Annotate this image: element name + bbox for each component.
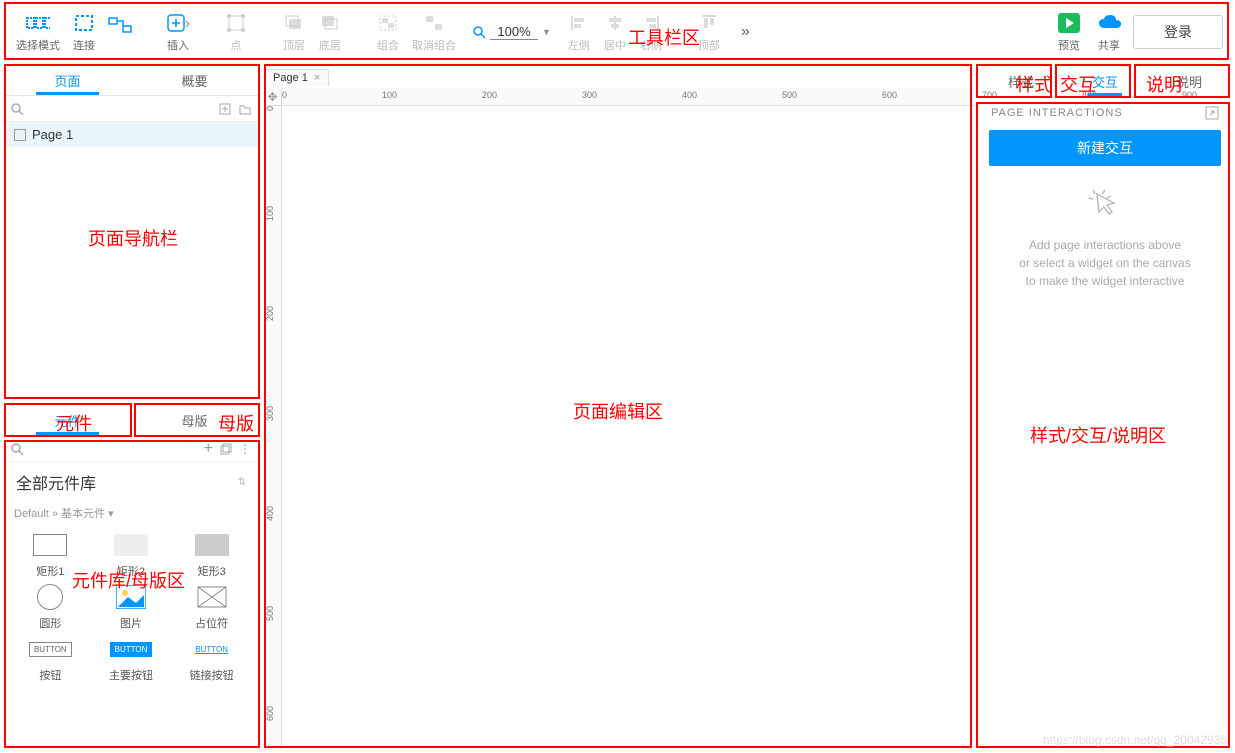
- align-left-icon: [567, 11, 591, 35]
- widget-rect2[interactable]: 矩形2: [93, 533, 170, 579]
- back-button[interactable]: 底层: [314, 8, 346, 56]
- cloud-icon: [1097, 11, 1121, 35]
- close-tab-icon[interactable]: ×: [314, 72, 320, 84]
- ruler-horizontal[interactable]: 0100200300400500600700800900: [282, 88, 975, 106]
- preview-button[interactable]: 预览: [1053, 8, 1085, 56]
- page-item-label: Page 1: [32, 127, 73, 142]
- align-center-icon: [603, 11, 627, 35]
- library-select[interactable]: 全部元件库 ⇅: [12, 464, 250, 501]
- share-button[interactable]: 共享: [1093, 8, 1125, 56]
- cursor-click-icon: [1085, 186, 1125, 226]
- back-icon: [318, 11, 342, 35]
- select-container-button[interactable]: 连接: [68, 8, 100, 56]
- insert-button[interactable]: 插入: [162, 8, 194, 56]
- toolbar-more-button[interactable]: »: [729, 23, 762, 41]
- page-icon: [14, 129, 26, 141]
- new-interaction-button[interactable]: 新建交互: [989, 130, 1221, 166]
- tab-masters[interactable]: 母版: [131, 406, 258, 435]
- expand-icon[interactable]: [1205, 106, 1219, 120]
- widget-circle[interactable]: 圆形: [12, 585, 89, 631]
- ungroup-icon: [422, 11, 446, 35]
- toolbar: 选择模式 连接 插入 点 顶层 底层 组合 取消组合 ▼ 左侧 居中 右侧 顶部…: [4, 4, 1231, 60]
- widget-primary-button[interactable]: BUTTON主要按钮: [93, 637, 170, 683]
- search-icon: [472, 25, 486, 39]
- ruler-vertical[interactable]: 0100200300400500600: [264, 106, 282, 749]
- point-icon: [224, 11, 248, 35]
- group-button[interactable]: 组合: [372, 8, 404, 56]
- section-title: PAGE INTERACTIONS: [991, 107, 1123, 119]
- connect-icon: [108, 13, 132, 37]
- tab-pages[interactable]: 页面: [4, 66, 131, 95]
- tab-widgets[interactable]: 元件: [4, 406, 131, 435]
- menu-icon[interactable]: ⋮: [239, 442, 252, 456]
- align-top-icon: [697, 11, 721, 35]
- search-icon[interactable]: [10, 102, 24, 116]
- align-top-button[interactable]: 顶部: [693, 8, 725, 56]
- align-right-icon: [639, 11, 663, 35]
- ruler-origin[interactable]: ✥: [264, 88, 282, 106]
- front-icon: [282, 11, 306, 35]
- insert-icon: [166, 11, 190, 35]
- watermark: https://blog.csdn.net/qq_20042935: [1043, 733, 1227, 747]
- tab-notes[interactable]: 说明: [1147, 66, 1231, 96]
- tab-interact[interactable]: 交互: [1063, 66, 1147, 96]
- pages-panel: 页面 概要 Page 1: [4, 66, 258, 396]
- align-center-button[interactable]: 居中: [599, 8, 631, 56]
- widget-rect3[interactable]: 矩形3: [173, 533, 250, 579]
- widget-rect1[interactable]: 矩形1: [12, 533, 89, 579]
- point-button[interactable]: 点: [220, 8, 252, 56]
- widget-image[interactable]: 图片: [93, 585, 170, 631]
- widget-placeholder[interactable]: 占位符: [173, 585, 250, 631]
- select-mode-button[interactable]: 选择模式: [12, 8, 64, 56]
- canvas-area: Page 1 × ✥ 0100200300400500600700800900 …: [264, 66, 975, 749]
- select-mode-icon: [26, 11, 50, 35]
- widgets-panel: 元件 母版 + ⋮ 全部元件库 ⇅ Default » 基本元件 ▾ 矩形1 矩…: [4, 406, 258, 749]
- canvas-tab[interactable]: Page 1 ×: [264, 69, 329, 86]
- add-folder-icon[interactable]: [238, 102, 252, 116]
- connect-button[interactable]: [104, 8, 136, 56]
- empty-state: Add page interactions above or select a …: [979, 166, 1231, 310]
- tab-style[interactable]: 样式: [979, 66, 1063, 96]
- tab-outline[interactable]: 概要: [131, 66, 258, 95]
- library-icon[interactable]: [219, 442, 233, 456]
- add-icon[interactable]: +: [204, 440, 213, 458]
- library-breadcrumb[interactable]: Default » 基本元件 ▾: [4, 503, 258, 523]
- ungroup-button[interactable]: 取消组合: [408, 8, 460, 56]
- right-panel: 样式 交互 说明 PAGE INTERACTIONS 新建交互 Add page…: [979, 66, 1231, 749]
- search-icon[interactable]: [10, 442, 24, 456]
- align-right-button[interactable]: 右侧: [635, 8, 667, 56]
- align-left-button[interactable]: 左侧: [563, 8, 595, 56]
- widget-button[interactable]: BUTTON按钮: [12, 637, 89, 683]
- group-icon: [376, 11, 400, 35]
- zoom-input[interactable]: [490, 24, 538, 40]
- front-button[interactable]: 顶层: [278, 8, 310, 56]
- canvas[interactable]: [282, 106, 975, 749]
- add-page-icon[interactable]: [218, 102, 232, 116]
- left-panel: 页面 概要 Page 1 元件 母版 + ⋮ 全部元件库 ⇅: [4, 66, 258, 749]
- select-container-icon: [72, 11, 96, 35]
- widget-link-button[interactable]: BUTTON链接按钮: [173, 637, 250, 683]
- login-button[interactable]: 登录: [1133, 15, 1223, 49]
- page-item[interactable]: Page 1: [4, 122, 258, 147]
- play-icon: [1057, 11, 1081, 35]
- zoom-control[interactable]: ▼: [472, 24, 551, 40]
